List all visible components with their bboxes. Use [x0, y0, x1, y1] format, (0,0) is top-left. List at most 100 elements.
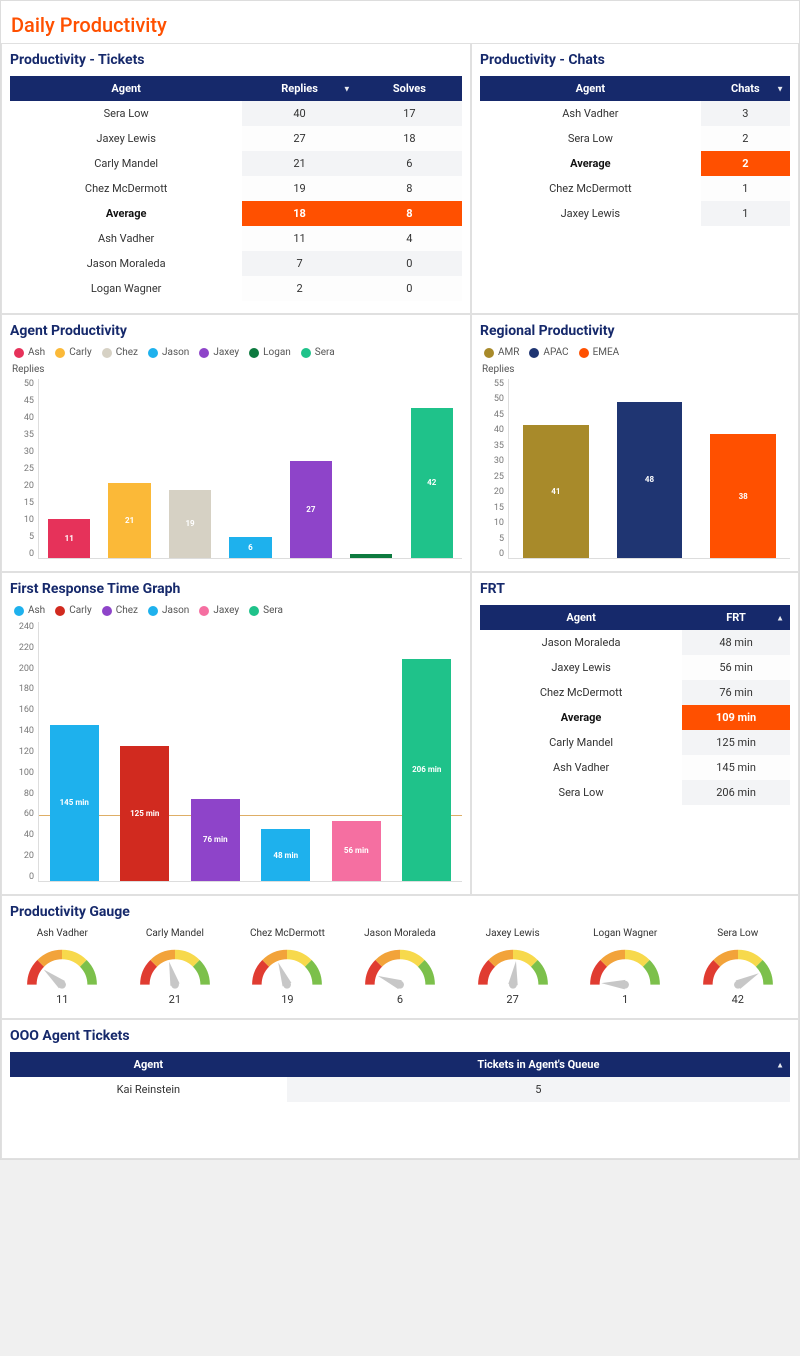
- bar[interactable]: 56 min: [332, 821, 381, 881]
- bar[interactable]: 48: [617, 402, 683, 558]
- y-tick: 20: [480, 487, 504, 497]
- column-header[interactable]: Agent: [10, 76, 242, 101]
- value-cell: 40: [242, 101, 356, 126]
- y-axis: 05101520253035404550: [10, 379, 38, 559]
- column-header[interactable]: Agent: [480, 76, 701, 101]
- bar[interactable]: 21: [108, 483, 150, 558]
- value-cell: 0: [357, 276, 462, 301]
- agent-cell: Ash Vadher: [10, 226, 242, 251]
- legend-label: Jaxey: [213, 347, 239, 358]
- table-row: Jaxey Lewis1: [480, 201, 790, 226]
- agent-cell: Average: [480, 705, 682, 730]
- agent-cell: Sera Low: [10, 101, 242, 126]
- bar-value-label: 19: [185, 519, 194, 528]
- bar[interactable]: 206 min: [402, 659, 451, 881]
- sort-asc-icon: ▲: [776, 613, 784, 622]
- column-header[interactable]: Agent: [10, 1052, 287, 1077]
- value-cell: 109 min: [682, 705, 790, 730]
- legend-swatch-icon: [484, 348, 494, 358]
- legend-item: Logan: [249, 347, 291, 358]
- bar-value-label: 27: [306, 505, 315, 514]
- agent-cell: Logan Wagner: [10, 276, 242, 301]
- column-header[interactable]: Replies▼: [242, 76, 356, 101]
- column-header[interactable]: Tickets in Agent's Queue▲: [287, 1052, 790, 1077]
- bar[interactable]: 27: [290, 461, 332, 558]
- bar[interactable]: 11: [48, 519, 90, 558]
- column-header[interactable]: Agent: [480, 605, 682, 630]
- bar[interactable]: 76 min: [191, 799, 240, 881]
- bar[interactable]: 41: [523, 425, 589, 558]
- legend-swatch-icon: [199, 348, 209, 358]
- agent-cell: Ash Vadher: [480, 755, 682, 780]
- gauge-name: Carly Mandel: [123, 928, 228, 939]
- gauge-value: 1: [573, 993, 678, 1006]
- y-tick: 15: [480, 503, 504, 513]
- gauge-icon: [473, 945, 553, 991]
- bar[interactable]: [350, 554, 392, 558]
- bar[interactable]: 48 min: [261, 829, 310, 881]
- y-tick: 0: [10, 872, 34, 882]
- panel-title-agent-prod: Agent Productivity: [10, 323, 462, 339]
- bar-value-label: 76 min: [203, 835, 228, 844]
- bar[interactable]: 145 min: [50, 725, 99, 881]
- column-header[interactable]: FRT▲: [682, 605, 790, 630]
- agent-cell: Average: [480, 151, 701, 176]
- value-cell: 206 min: [682, 780, 790, 805]
- panel-frt-table: FRT AgentFRT▲ Jason Moraleda48 minJaxey …: [471, 572, 799, 895]
- panel-gauge: Productivity Gauge Ash Vadher11Carly Man…: [1, 895, 799, 1019]
- bar-value-label: 21: [125, 516, 134, 525]
- agent-cell: Sera Low: [480, 780, 682, 805]
- bar-value-label: 125 min: [130, 809, 159, 818]
- reference-line: [39, 815, 462, 816]
- bar[interactable]: 19: [169, 490, 211, 558]
- table-row: Jaxey Lewis2718: [10, 126, 462, 151]
- value-cell: 48 min: [682, 630, 790, 655]
- y-tick: 55: [480, 379, 504, 389]
- legend-item: Sera: [249, 605, 283, 616]
- bar-value-label: 11: [65, 534, 74, 543]
- ooo-table: AgentTickets in Agent's Queue▲ Kai Reins…: [10, 1052, 790, 1102]
- table-row: Average109 min: [480, 705, 790, 730]
- gauge-icon: [22, 945, 102, 991]
- table-row: Ash Vadher145 min: [480, 755, 790, 780]
- legend-item: Ash: [14, 605, 45, 616]
- legend-item: Carly: [55, 347, 92, 358]
- y-axis-label-regional: Replies: [482, 364, 790, 375]
- value-cell: 8: [357, 176, 462, 201]
- legend-swatch-icon: [14, 348, 24, 358]
- legend-regional: AMRAPACEMEA: [484, 347, 790, 358]
- bar[interactable]: 6: [229, 537, 271, 558]
- value-cell: 11: [242, 226, 356, 251]
- legend-swatch-icon: [102, 606, 112, 616]
- gauge: Ash Vadher11: [10, 928, 115, 1006]
- bar-slot: 42: [402, 379, 462, 558]
- bar-slot: 56 min: [321, 622, 392, 881]
- legend-swatch-icon: [249, 606, 259, 616]
- bar-slot: 145 min: [39, 622, 110, 881]
- legend-agent-productivity: AshCarlyChezJasonJaxeyLoganSera: [14, 347, 462, 358]
- frt-table: AgentFRT▲ Jason Moraleda48 minJaxey Lewi…: [480, 605, 790, 805]
- column-header[interactable]: Chats▼: [701, 76, 790, 101]
- value-cell: 4: [357, 226, 462, 251]
- bar[interactable]: 42: [411, 408, 453, 558]
- legend-swatch-icon: [529, 348, 539, 358]
- table-row: Jason Moraleda48 min: [480, 630, 790, 655]
- bar-slot: 125 min: [110, 622, 181, 881]
- y-axis: 020406080100120140160180200220240: [10, 622, 38, 882]
- legend-swatch-icon: [102, 348, 112, 358]
- bar[interactable]: 38: [710, 434, 776, 558]
- gauge-row: Ash Vadher11Carly Mandel21Chez McDermott…: [10, 928, 790, 1006]
- bar[interactable]: 125 min: [120, 746, 169, 881]
- column-header[interactable]: Solves: [357, 76, 462, 101]
- y-tick: 45: [10, 396, 34, 406]
- y-axis-label-agent: Replies: [12, 364, 462, 375]
- value-cell: 1: [701, 176, 790, 201]
- plot-area: 11 21 19 6 27 42: [38, 379, 462, 559]
- gauge-name: Logan Wagner: [573, 928, 678, 939]
- y-tick: 180: [10, 684, 34, 694]
- agent-cell: Ash Vadher: [480, 101, 701, 126]
- sort-desc-icon: ▼: [776, 84, 784, 93]
- y-tick: 240: [10, 622, 34, 632]
- agent-cell: Chez McDermott: [480, 680, 682, 705]
- table-row: Carly Mandel125 min: [480, 730, 790, 755]
